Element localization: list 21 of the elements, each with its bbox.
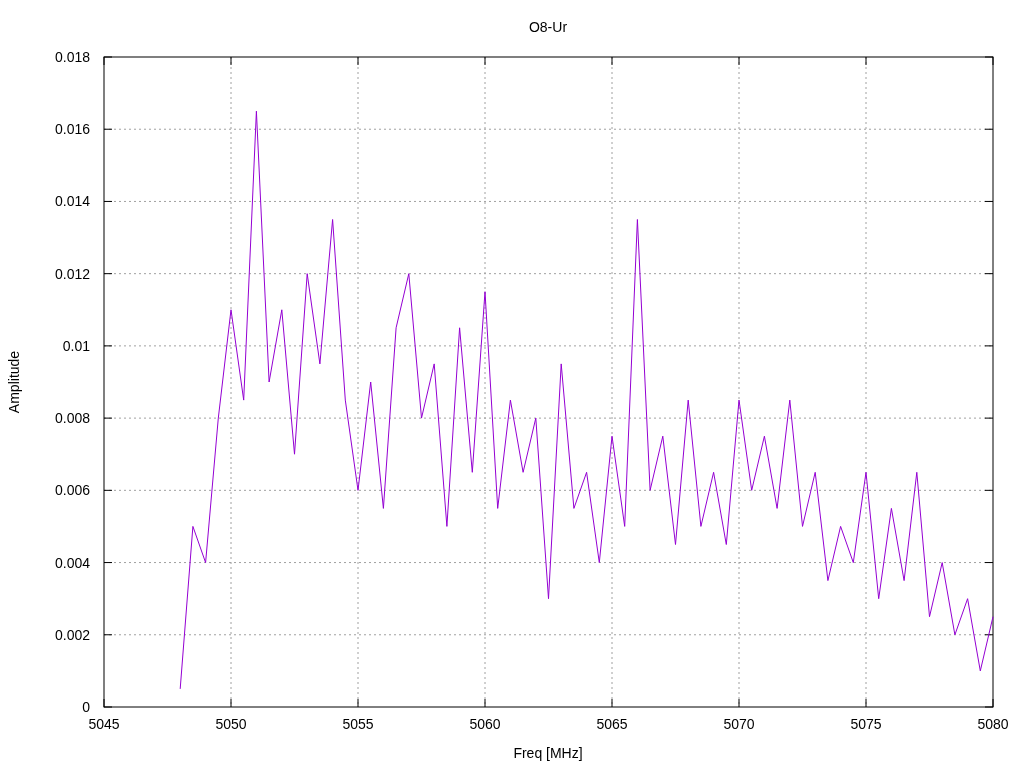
tick-label: 5045 xyxy=(88,716,120,732)
tick-label: 5065 xyxy=(596,716,628,732)
tick-label: 0.004 xyxy=(54,554,90,571)
y-axis-label: Amplitude xyxy=(6,350,22,414)
tick-label: 0.01 xyxy=(62,337,90,354)
tick-label: 5060 xyxy=(469,716,501,732)
tick-label: 0.002 xyxy=(54,626,90,643)
tick-label: 0.012 xyxy=(54,265,90,282)
tick-label: 5055 xyxy=(342,716,374,732)
tick-label: 0.008 xyxy=(54,410,90,427)
tick-label: 5075 xyxy=(850,716,882,732)
x-axis-label: Freq [MHz] xyxy=(513,745,583,761)
tick-label: 0.014 xyxy=(54,193,90,210)
tick-label: 0.006 xyxy=(54,482,90,499)
tick-label: 5080 xyxy=(977,716,1009,732)
tick-label: 5050 xyxy=(215,716,247,732)
chart-title: O8-Ur xyxy=(528,19,568,35)
tick-label: 0.018 xyxy=(54,49,90,65)
tick-label: 5070 xyxy=(723,716,755,732)
tick-label: 0.016 xyxy=(54,121,90,138)
tick-label: 0 xyxy=(82,699,90,715)
